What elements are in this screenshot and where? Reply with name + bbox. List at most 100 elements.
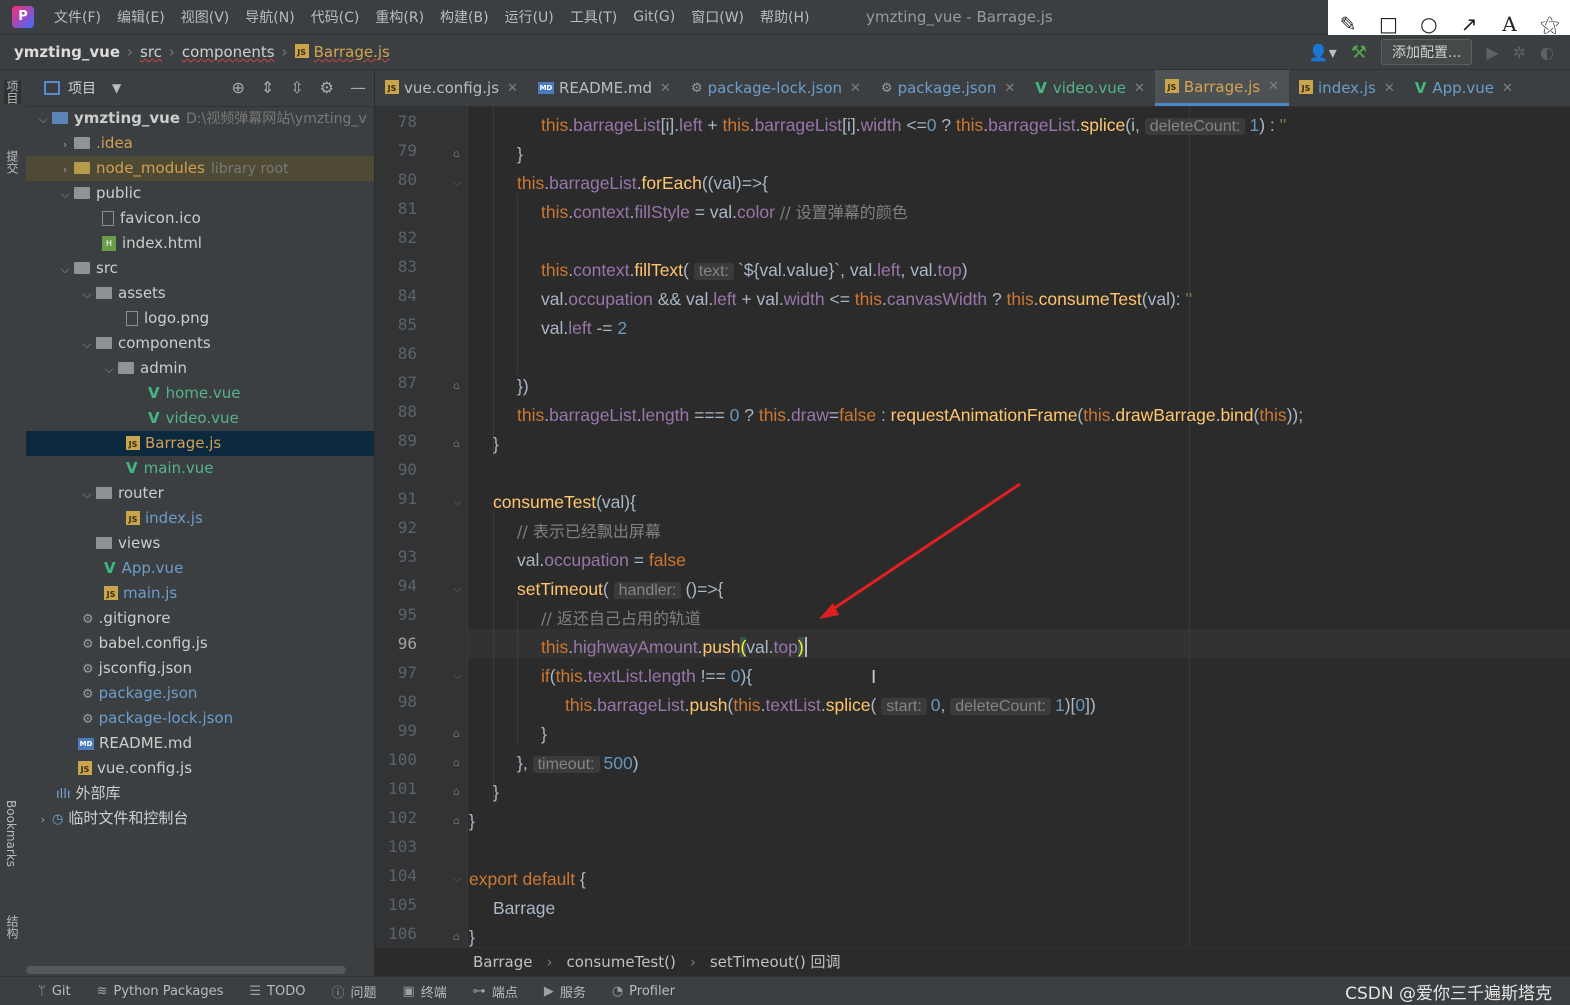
add-configuration-button[interactable]: 添加配置... [1380, 39, 1473, 65]
chevron-right-icon[interactable]: › [34, 807, 52, 832]
project-panel-title[interactable]: 项目 [68, 78, 96, 98]
fold-marker-icon[interactable]: ⌂ [453, 379, 465, 392]
structure-tool-tab[interactable]: 结构 [4, 915, 21, 939]
tree-item-gitignore[interactable]: ⚙ .gitignore [26, 606, 374, 631]
chevron-right-icon[interactable]: › [56, 157, 74, 182]
arrow-icon[interactable]: ↗ [1454, 12, 1484, 36]
fold-marker-icon[interactable]: ⌂ [453, 930, 465, 943]
tree-item-index-js[interactable]: JS index.js [26, 506, 374, 531]
circle-icon[interactable]: ○ [1414, 12, 1444, 36]
text-icon[interactable]: A [1494, 12, 1524, 36]
fold-marker-icon[interactable]: ⌵ [453, 669, 465, 683]
collapse-all-icon[interactable]: ⇳ [290, 78, 303, 97]
chevron-right-icon[interactable]: › [56, 132, 74, 157]
chevron-down-icon[interactable]: ⌵ [56, 182, 74, 207]
tab-readme[interactable]: MD README.md ✕ [528, 70, 681, 106]
tree-item-babel-config[interactable]: ⚙ babel.config.js [26, 631, 374, 656]
menu-code[interactable]: 代码(C) [311, 7, 360, 27]
menu-refactor[interactable]: 重构(R) [375, 7, 424, 27]
fold-marker-icon[interactable]: ⌵ [453, 582, 465, 596]
tab-vue-config[interactable]: JS vue.config.js ✕ [375, 70, 528, 106]
crumb-project[interactable]: ymzting_vue [14, 43, 120, 61]
fold-marker-icon[interactable]: ⌂ [453, 147, 465, 160]
coverage-icon[interactable]: ◐ [1540, 43, 1554, 62]
tool-services[interactable]: ▶ 服务 [544, 982, 586, 1001]
fold-marker-icon[interactable]: ⌵ [453, 872, 465, 886]
chevron-down-icon[interactable]: ▼ [112, 81, 121, 95]
tab-app-vue[interactable]: V App.vue ✕ [1405, 70, 1523, 106]
fold-marker-icon[interactable]: ⌂ [453, 727, 465, 740]
menu-window[interactable]: 窗口(W) [691, 7, 744, 27]
crumb-src[interactable]: src [140, 43, 162, 61]
menu-navigate[interactable]: 导航(N) [245, 7, 294, 27]
tree-item-router[interactable]: ⌵ router [26, 481, 374, 506]
fold-marker-icon[interactable]: ⌂ [453, 756, 465, 769]
chevron-down-icon[interactable]: ⌵ [100, 357, 118, 382]
menu-git[interactable]: Git(G) [633, 9, 675, 25]
code-editor[interactable]: 78 79 80 81 82 83 84 85 86 87 88 89 90 9… [375, 107, 1570, 947]
breadcrumb-method[interactable]: consumeTest() [567, 948, 676, 977]
tree-item-assets[interactable]: ⌵ assets [26, 281, 374, 306]
user-icon[interactable]: 👤▾ [1309, 43, 1337, 62]
crumb-components[interactable]: components [182, 43, 275, 61]
close-icon[interactable]: ✕ [1384, 81, 1395, 96]
tab-index-js[interactable]: JS index.js ✕ [1289, 70, 1405, 106]
menu-view[interactable]: 视图(V) [181, 7, 230, 27]
tree-item-package-json[interactable]: ⚙ package.json [26, 681, 374, 706]
close-icon[interactable]: ✕ [1134, 81, 1145, 96]
commit-tool-tab[interactable]: 提交 [4, 150, 21, 174]
project-tool-tab[interactable]: 项目 [4, 80, 21, 104]
close-icon[interactable]: ✕ [1502, 81, 1513, 96]
tree-item-home-vue[interactable]: Vhome.vue [26, 381, 374, 406]
breadcrumb-class[interactable]: Barrage [473, 948, 533, 977]
tree-item-external-libraries[interactable]: ıllı 外部库 [26, 781, 374, 806]
tab-package-json[interactable]: ⚙ package.json ✕ [871, 70, 1025, 106]
tree-item-logo-png[interactable]: logo.png [26, 306, 374, 331]
tree-item-jsconfig[interactable]: ⚙ jsconfig.json [26, 656, 374, 681]
rectangle-icon[interactable]: □ [1373, 12, 1403, 36]
magic-wand-icon[interactable]: ⚝ [1535, 12, 1565, 36]
chevron-down-icon[interactable]: ⌵ [78, 482, 96, 507]
menu-help[interactable]: 帮助(H) [760, 7, 809, 27]
tree-item-main-js[interactable]: JS main.js [26, 581, 374, 606]
tool-endpoints[interactable]: ⊶ 端点 [473, 982, 518, 1001]
tree-item-main-vue[interactable]: Vmain.vue [26, 456, 374, 481]
menu-tools[interactable]: 工具(T) [570, 7, 617, 27]
fold-marker-icon[interactable]: ⌂ [453, 785, 465, 798]
pencil-icon[interactable]: ✎ [1333, 12, 1363, 36]
tree-item-video-vue[interactable]: Vvideo.vue [26, 406, 374, 431]
close-icon[interactable]: ✕ [660, 81, 671, 96]
chevron-down-icon[interactable]: ⌵ [34, 107, 52, 132]
tool-python-packages[interactable]: ≋ Python Packages [97, 984, 224, 999]
tree-item-readme[interactable]: MD README.md [26, 731, 374, 756]
tree-item-favicon[interactable]: favicon.ico [26, 206, 374, 231]
tool-profiler[interactable]: ◔ Profiler [612, 984, 675, 999]
close-icon[interactable]: ✕ [507, 81, 518, 96]
tool-todo[interactable]: ☰ TODO [249, 984, 305, 999]
tree-item-project-root[interactable]: ⌵ ymzting_vue D:\视频弹幕网站\ymzting_v [26, 106, 374, 131]
tab-barrage-js[interactable]: JS Barrage.js ✕ [1154, 70, 1290, 106]
fold-marker-icon[interactable]: ⌵ [453, 176, 465, 190]
menu-file[interactable]: 文件(F) [54, 7, 101, 27]
tree-item-index-html[interactable]: Hindex.html [26, 231, 374, 256]
tree-item-views[interactable]: views [26, 531, 374, 556]
tree-item-node-modules[interactable]: › node_modules library root [26, 156, 374, 181]
locate-icon[interactable]: ⊕ [231, 78, 244, 97]
tab-package-lock[interactable]: ⚙ package-lock.json ✕ [681, 70, 871, 106]
tree-item-src[interactable]: ⌵ src [26, 256, 374, 281]
tree-item-vue-config[interactable]: JS vue.config.js [26, 756, 374, 781]
close-icon[interactable]: ✕ [1004, 81, 1015, 96]
tree-item-idea[interactable]: › .idea [26, 131, 374, 156]
hide-panel-icon[interactable]: — [350, 78, 366, 97]
menu-edit[interactable]: 编辑(E) [117, 7, 165, 27]
expand-all-icon[interactable]: ⇕ [261, 78, 274, 97]
build-hammer-icon[interactable]: ⚒ [1351, 42, 1367, 63]
fold-marker-icon[interactable]: ⌵ [453, 495, 465, 509]
crumb-file[interactable]: Barrage.js [314, 43, 390, 61]
close-icon[interactable]: ✕ [1268, 79, 1279, 94]
breadcrumb-callback[interactable]: setTimeout() 回调 [710, 948, 841, 977]
tree-item-scratches[interactable]: › ◷ 临时文件和控制台 [26, 806, 374, 831]
bookmarks-tool-tab[interactable]: Bookmarks [4, 800, 18, 867]
tab-video-vue[interactable]: Vvideo.vue ✕ [1025, 70, 1155, 106]
tool-problems[interactable]: ⓘ 问题 [331, 982, 376, 1001]
